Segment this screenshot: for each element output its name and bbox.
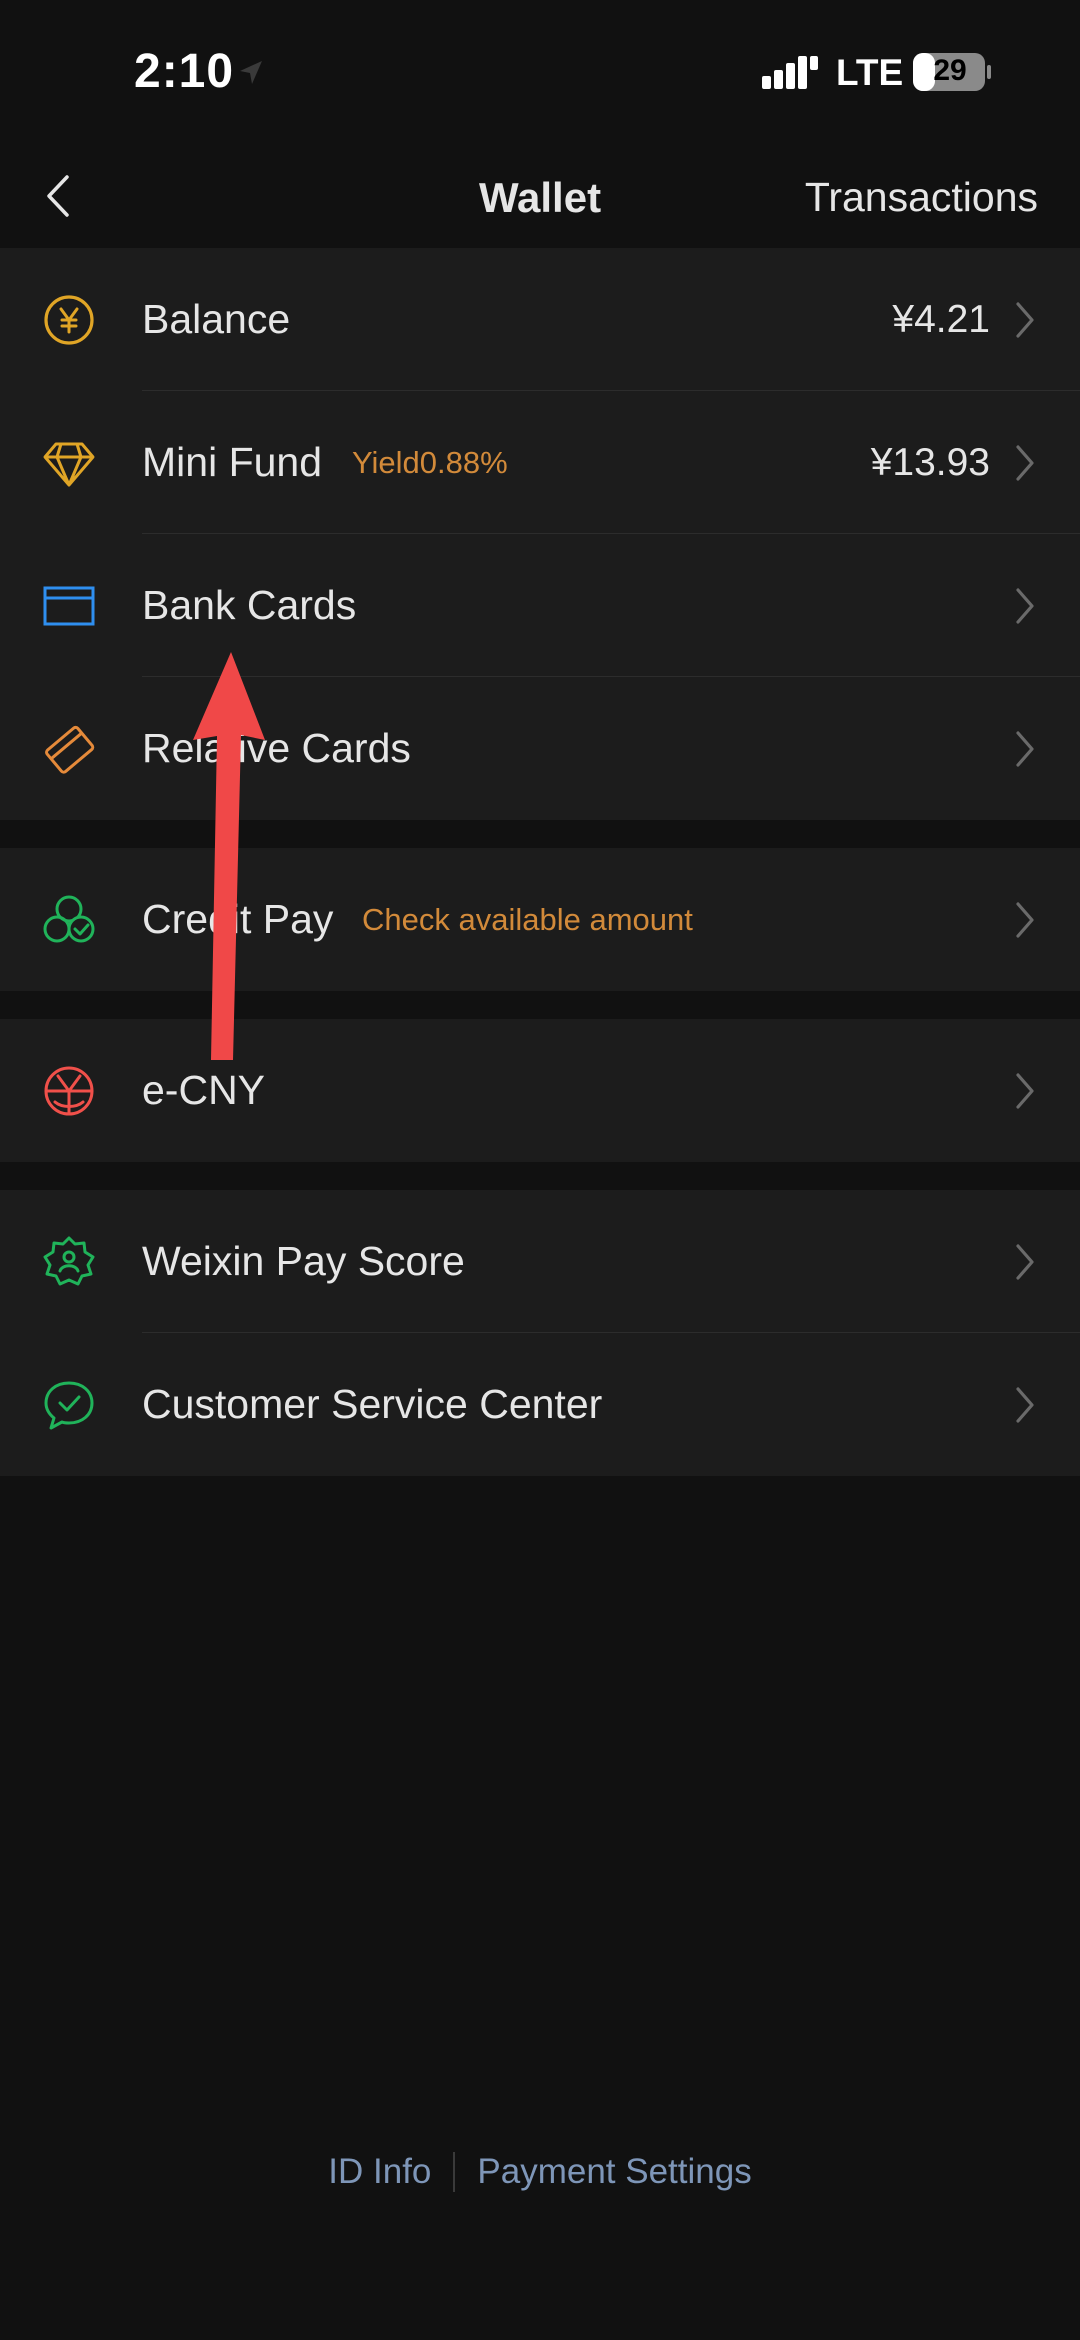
- status-time: 2:10: [134, 45, 235, 98]
- back-button[interactable]: [36, 164, 80, 228]
- nav-bar: Wallet Transactions: [0, 150, 1080, 248]
- payment-settings-link[interactable]: Payment Settings: [455, 2152, 773, 2192]
- chat-check-icon: [44, 1381, 94, 1430]
- card-icon: [43, 586, 95, 626]
- chevron-right-icon: [1016, 1244, 1034, 1280]
- diamond-icon: [43, 442, 95, 487]
- network-type: LTE: [836, 52, 904, 93]
- credit-pay-label: Credit Pay: [142, 896, 334, 942]
- footer-links: ID Info Payment Settings: [0, 2142, 1080, 2202]
- id-info-link[interactable]: ID Info: [306, 2152, 453, 2192]
- customer-service-label: Customer Service Center: [142, 1381, 603, 1427]
- e-cny-row[interactable]: e-CNY: [0, 1019, 1080, 1162]
- wallet-group-ecny: e-CNY: [0, 1019, 1080, 1162]
- battery-level: 29: [933, 54, 967, 87]
- signal-icon: [762, 56, 818, 89]
- chevron-left-icon: [47, 175, 69, 217]
- rotated-card-icon: [45, 725, 95, 774]
- pay-score-label: Weixin Pay Score: [142, 1238, 465, 1284]
- credit-pay-row[interactable]: Credit Pay Check available amount: [0, 848, 1080, 991]
- credit-pay-hint: Check available amount: [362, 902, 693, 937]
- bank-cards-label: Bank Cards: [142, 582, 357, 628]
- balance-value: ¥4.21: [892, 298, 990, 341]
- e-cny-label: e-CNY: [142, 1067, 266, 1113]
- wallet-group-services: Weixin Pay Score Customer Service Center: [0, 1190, 1080, 1476]
- pay-score-row[interactable]: Weixin Pay Score: [0, 1190, 1080, 1333]
- yen-coin-icon: [44, 295, 94, 345]
- chevron-right-icon: [1016, 445, 1034, 481]
- relative-cards-label: Relative Cards: [142, 725, 411, 771]
- balance-row[interactable]: Balance ¥4.21: [0, 248, 1080, 391]
- chevron-right-icon: [1016, 1073, 1034, 1109]
- bank-cards-row[interactable]: Bank Cards: [0, 534, 1080, 677]
- mini-fund-yield: Yield0.88%: [352, 445, 508, 480]
- wallet-group-credit: Credit Pay Check available amount: [0, 848, 1080, 991]
- location-icon: [240, 61, 262, 84]
- ecny-globe-icon: [44, 1066, 94, 1116]
- badge-person-icon: [43, 1236, 95, 1286]
- relative-cards-row[interactable]: Relative Cards: [0, 677, 1080, 820]
- status-bar: 2:10 LTE 29: [0, 0, 1080, 150]
- chevron-right-icon: [1016, 731, 1034, 767]
- balance-label: Balance: [142, 296, 291, 342]
- mini-fund-label: Mini Fund: [142, 439, 323, 485]
- chevron-right-icon: [1016, 302, 1034, 338]
- clover-check-icon: [43, 895, 95, 943]
- chevron-right-icon: [1016, 588, 1034, 624]
- mini-fund-row[interactable]: Mini Fund Yield0.88% ¥13.93: [0, 391, 1080, 534]
- chevron-right-icon: [1016, 1387, 1034, 1423]
- mini-fund-value: ¥13.93: [870, 441, 990, 484]
- wallet-group-main: Balance ¥4.21 Mini Fund Yield0.88% ¥13.9…: [0, 248, 1080, 820]
- transactions-button[interactable]: Transactions: [805, 174, 1038, 221]
- customer-service-row[interactable]: Customer Service Center: [0, 1333, 1080, 1476]
- chevron-right-icon: [1016, 902, 1034, 938]
